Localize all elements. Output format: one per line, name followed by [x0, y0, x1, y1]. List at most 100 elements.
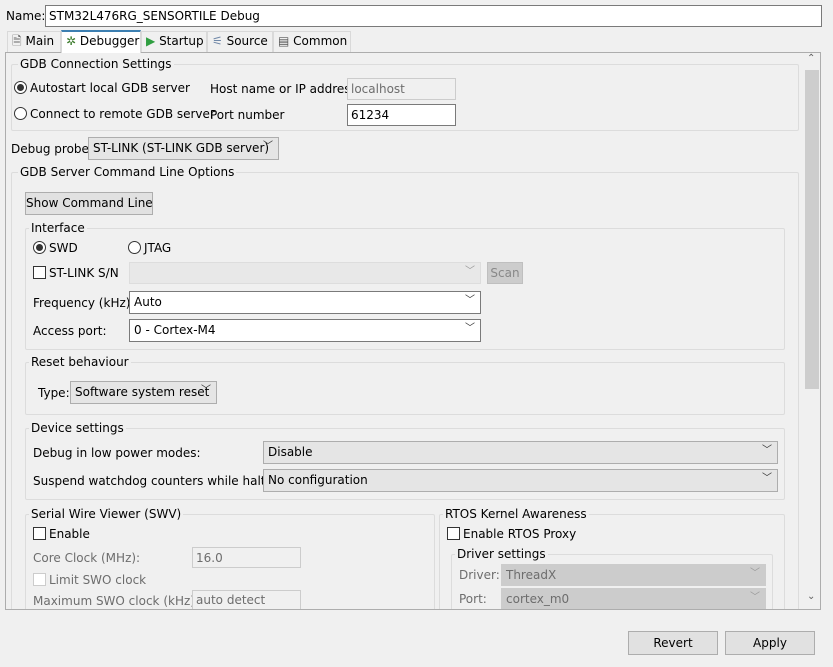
- core-clock-input[interactable]: 16.0: [192, 547, 301, 568]
- vertical-scrollbar[interactable]: ⌃ ⌄: [804, 53, 820, 609]
- rtos-proxy-checkbox[interactable]: Enable RTOS Proxy: [447, 526, 576, 542]
- tab-startup[interactable]: ▶ Startup: [141, 31, 207, 52]
- driver-select[interactable]: ThreadX ﹀: [501, 564, 766, 586]
- chevron-down-icon: ﹀: [201, 385, 211, 396]
- tab-common[interactable]: ▤ Common: [273, 31, 351, 52]
- select-value: Software system reset: [75, 385, 210, 399]
- group-title: Reset behaviour: [29, 354, 131, 370]
- select-value: Auto: [134, 295, 162, 309]
- group-title: Serial Wire Viewer (SWV): [29, 506, 184, 522]
- tab-label: Source: [226, 34, 268, 48]
- table-icon: ▤: [278, 34, 290, 48]
- reset-type-select[interactable]: Software system reset ﹀: [70, 381, 217, 404]
- port-label: Port number: [210, 108, 285, 122]
- show-command-line-button[interactable]: Show Command Line: [25, 192, 153, 215]
- max-swo-input[interactable]: auto detect: [192, 590, 301, 609]
- device-settings-group: Device settings Debug in low power modes…: [25, 420, 785, 500]
- tab-debugger[interactable]: ✲ Debugger: [61, 30, 141, 53]
- gdb-server-options-group: GDB Server Command Line Options Show Com…: [11, 164, 799, 609]
- radio-label: SWD: [49, 241, 78, 255]
- chevron-down-icon: ﹀: [465, 295, 475, 306]
- radio-selected-icon: [33, 241, 46, 254]
- select-value: No configuration: [268, 473, 368, 487]
- scan-button[interactable]: Scan: [487, 262, 523, 284]
- tab-label: Common: [293, 34, 348, 48]
- low-power-select[interactable]: Disable ﹀: [263, 441, 778, 464]
- select-value: 0 - Cortex-M4: [134, 323, 216, 337]
- driver-label: Driver:: [459, 568, 500, 582]
- name-input[interactable]: STM32L476RG_SENSORTILE Debug: [45, 5, 822, 27]
- driver-settings-group: Driver settings Driver: ThreadX ﹀ Port: c…: [451, 546, 773, 609]
- chevron-down-icon: ﹀: [750, 592, 760, 603]
- tab-source[interactable]: ⚟ Source: [207, 31, 273, 52]
- tab-label: Startup: [159, 34, 204, 48]
- remote-radio[interactable]: Connect to remote GDB server: [14, 106, 215, 122]
- max-swo-label: Maximum SWO clock (kHz):: [33, 594, 199, 608]
- select-value: ST-LINK (ST-LINK GDB server): [93, 141, 270, 155]
- tab-main[interactable]: 🗎 Main: [7, 31, 61, 52]
- chevron-down-icon: ﹀: [762, 473, 772, 484]
- port-input[interactable]: 61234: [347, 104, 456, 126]
- revert-button[interactable]: Revert: [628, 631, 718, 655]
- checkbox-icon: [33, 266, 46, 279]
- radio-icon: [14, 107, 27, 120]
- stlink-sn-checkbox[interactable]: ST-LINK S/N: [33, 265, 119, 281]
- reset-behaviour-group: Reset behaviour Type: Software system re…: [25, 354, 785, 415]
- rtos-port-select[interactable]: cortex_m0 ﹀: [501, 588, 766, 609]
- debug-probe-label: Debug probe: [11, 142, 89, 156]
- checkbox-label: ST-LINK S/N: [49, 266, 119, 280]
- play-icon: ▶: [146, 34, 156, 48]
- debugger-panel: GDB Connection Settings Autostart local …: [5, 52, 821, 610]
- rtos-group: RTOS Kernel Awareness Enable RTOS Proxy …: [439, 506, 785, 609]
- interface-group: Interface SWD JTAG ST-LINK S/N ﹀ Scan Fr…: [25, 220, 785, 350]
- document-icon: 🗎: [12, 34, 22, 48]
- select-value: cortex_m0: [506, 592, 570, 606]
- limit-swo-checkbox[interactable]: Limit SWO clock: [33, 572, 146, 588]
- frequency-label: Frequency (kHz):: [33, 296, 135, 310]
- checkbox-icon: [447, 527, 460, 540]
- stlink-sn-select[interactable]: ﹀: [129, 262, 481, 284]
- swd-radio[interactable]: SWD: [33, 240, 78, 256]
- apply-button[interactable]: Apply: [725, 631, 815, 655]
- chevron-down-icon: ﹀: [750, 568, 760, 579]
- jtag-radio[interactable]: JTAG: [128, 240, 171, 256]
- tab-label: Debugger: [79, 34, 140, 48]
- group-title: Driver settings: [455, 546, 548, 562]
- frequency-select[interactable]: Auto ﹀: [129, 291, 481, 314]
- checkbox-label: Enable: [49, 527, 90, 541]
- debug-probe-select[interactable]: ST-LINK (ST-LINK GDB server) ﹀: [88, 137, 279, 160]
- access-port-label: Access port:: [33, 324, 107, 338]
- tab-label: Main: [25, 34, 55, 48]
- access-port-select[interactable]: 0 - Cortex-M4 ﹀: [129, 319, 481, 342]
- scroll-down-icon[interactable]: ⌄: [807, 591, 815, 602]
- radio-label: Autostart local GDB server: [30, 81, 190, 95]
- select-value: ThreadX: [506, 568, 557, 582]
- swv-group: Serial Wire Viewer (SWV) Enable Core Clo…: [25, 506, 435, 609]
- watchdog-select[interactable]: No configuration ﹀: [263, 469, 778, 492]
- panel-content: GDB Connection Settings Autostart local …: [6, 53, 804, 609]
- reset-type-label: Type:: [38, 386, 70, 400]
- scrollbar-thumb[interactable]: [805, 70, 819, 389]
- group-title: GDB Connection Settings: [18, 56, 174, 72]
- core-clock-label: Core Clock (MHz):: [33, 551, 141, 565]
- chevron-down-icon: ﹀: [465, 323, 475, 334]
- chevron-down-icon: ﹀: [465, 266, 475, 277]
- group-title: GDB Server Command Line Options: [18, 164, 237, 180]
- checkbox-label: Limit SWO clock: [49, 573, 147, 587]
- host-input[interactable]: localhost: [347, 78, 456, 100]
- checkbox-icon: [33, 527, 46, 540]
- autostart-radio[interactable]: Autostart local GDB server: [14, 80, 190, 96]
- swv-enable-checkbox[interactable]: Enable: [33, 526, 90, 542]
- chevron-down-icon: ﹀: [263, 141, 273, 152]
- checkbox-icon: [33, 573, 46, 586]
- radio-label: Connect to remote GDB server: [30, 107, 215, 121]
- host-label: Host name or IP address: [210, 82, 357, 96]
- rtos-port-label: Port:: [459, 592, 487, 606]
- low-power-label: Debug in low power modes:: [33, 446, 201, 460]
- radio-icon: [128, 241, 141, 254]
- bug-icon: ✲: [66, 34, 77, 48]
- scroll-up-icon[interactable]: ⌃: [807, 53, 815, 64]
- radio-selected-icon: [14, 81, 27, 94]
- radio-label: JTAG: [144, 241, 172, 255]
- watchdog-label: Suspend watchdog counters while halted:: [33, 474, 285, 488]
